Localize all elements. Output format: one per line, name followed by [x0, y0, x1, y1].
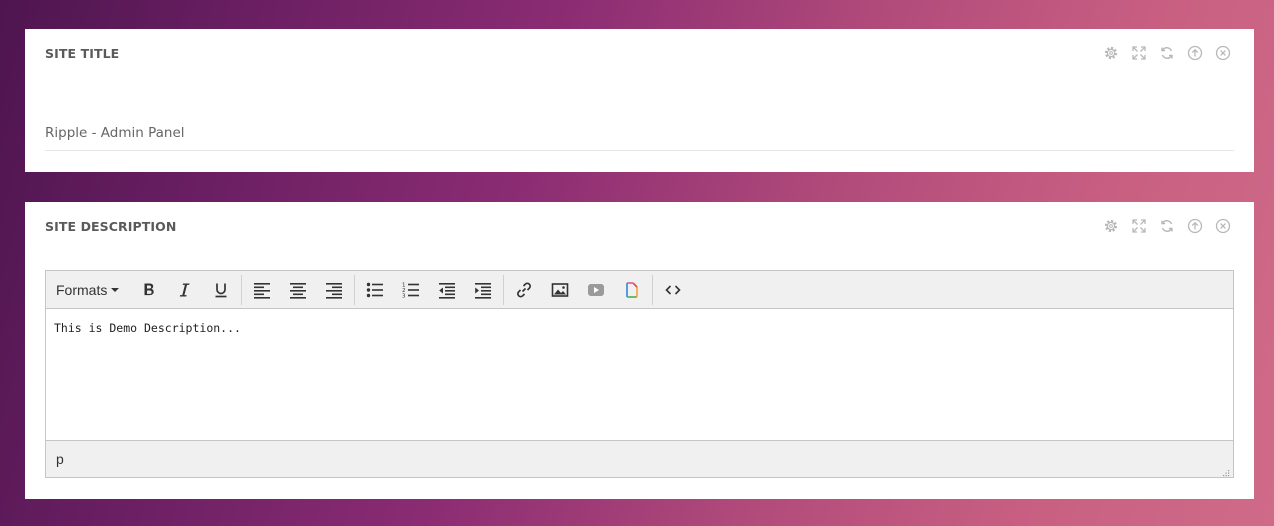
site-title-panel: SITE TITLE Ripple - Admin Panel	[25, 29, 1254, 172]
numbered-list-icon[interactable]: 123	[393, 275, 429, 305]
video-icon[interactable]	[578, 275, 614, 305]
rich-text-editor: Formats 1 2 3 This is Demo Description..…	[45, 270, 1234, 478]
align-left-icon[interactable]	[244, 275, 280, 305]
collapse-icon[interactable]	[1186, 217, 1203, 234]
divider	[45, 150, 1234, 151]
resize-handle-icon[interactable]	[1221, 465, 1230, 477]
refresh-icon[interactable]	[1158, 44, 1175, 61]
italic-icon[interactable]	[167, 275, 203, 305]
code-icon[interactable]	[655, 275, 691, 305]
collapse-icon[interactable]	[1186, 44, 1203, 61]
bullet-list-icon[interactable]	[357, 275, 393, 305]
align-center-icon[interactable]	[280, 275, 316, 305]
text-style-group	[129, 275, 241, 305]
image-icon[interactable]	[542, 275, 578, 305]
close-icon[interactable]	[1214, 217, 1231, 234]
formats-dropdown[interactable]: Formats	[50, 275, 125, 305]
alignment-group	[241, 274, 354, 305]
gear-icon[interactable]	[1102, 217, 1119, 234]
editor-statusbar: p	[46, 440, 1233, 477]
align-right-icon[interactable]	[316, 275, 352, 305]
panel-title: SITE TITLE	[45, 46, 120, 61]
code-group	[652, 274, 693, 305]
editor-content[interactable]: This is Demo Description...	[46, 309, 1233, 440]
gear-icon[interactable]	[1102, 44, 1119, 61]
editor-toolbar: Formats 1 2 3	[46, 271, 1233, 309]
list-group: 123	[354, 274, 503, 305]
link-icon[interactable]	[506, 275, 542, 305]
panel-title: SITE DESCRIPTION	[45, 219, 177, 234]
expand-icon[interactable]	[1130, 44, 1147, 61]
outdent-icon[interactable]	[429, 275, 465, 305]
caret-down-icon	[111, 287, 120, 292]
file-icon[interactable]	[614, 275, 650, 305]
refresh-icon[interactable]	[1158, 217, 1175, 234]
panel-tools	[1102, 44, 1231, 61]
panel-tools	[1102, 217, 1231, 234]
svg-text:3: 3	[402, 293, 406, 299]
formats-label: Formats	[56, 281, 108, 298]
underline-icon[interactable]	[203, 275, 239, 305]
expand-icon[interactable]	[1130, 217, 1147, 234]
indent-icon[interactable]	[465, 275, 501, 305]
insert-group	[503, 274, 652, 305]
site-description-panel: SITE DESCRIPTION Formats 1 2 3 This is D…	[25, 202, 1254, 499]
element-path[interactable]: p	[56, 451, 64, 467]
bold-icon[interactable]	[131, 275, 167, 305]
site-title-value[interactable]: Ripple - Admin Panel	[45, 125, 185, 141]
close-icon[interactable]	[1214, 44, 1231, 61]
